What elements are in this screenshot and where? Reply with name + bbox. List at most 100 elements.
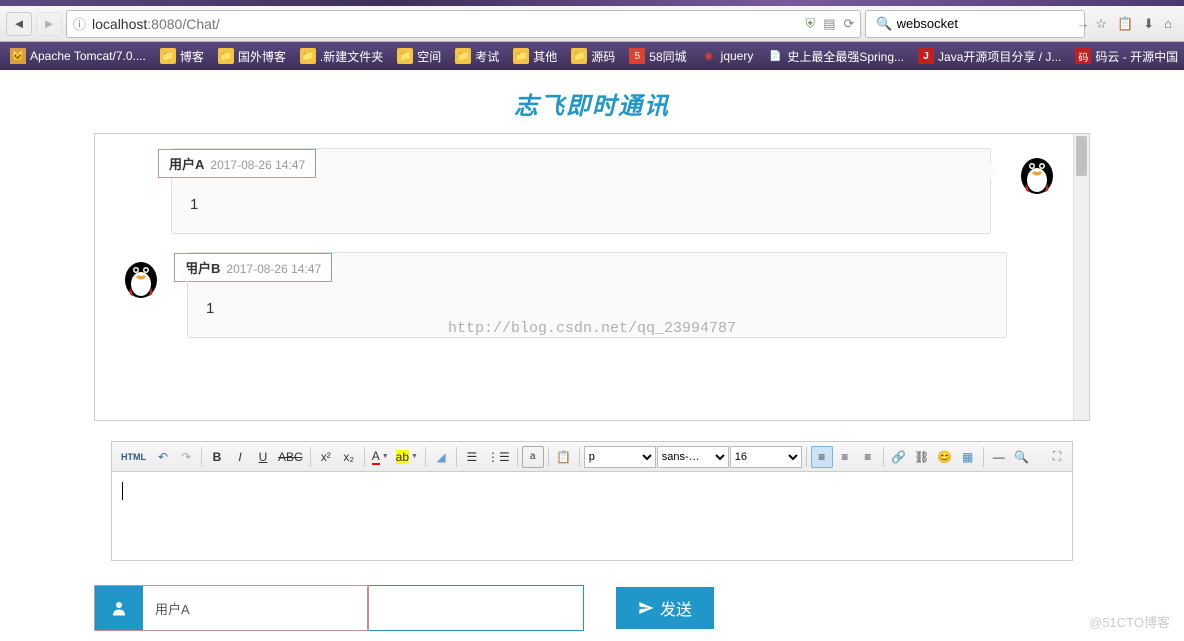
highlight-button[interactable]: ab: [393, 446, 421, 468]
clipboard-icon[interactable]: 📋: [1117, 16, 1133, 32]
bookmark-item[interactable]: 📁国外博客: [212, 46, 292, 67]
redo-button[interactable]: ↷: [175, 446, 197, 468]
avatar: [1013, 148, 1061, 196]
video-button[interactable]: ▦: [957, 446, 979, 468]
back-button[interactable]: ◄: [6, 12, 32, 36]
info-icon[interactable]: ⓘ: [73, 14, 86, 33]
italic-button[interactable]: I: [229, 446, 251, 468]
folder-icon: 📁: [160, 48, 176, 64]
bookmark-item[interactable]: 📁考试: [449, 46, 505, 67]
search-input[interactable]: [897, 16, 1073, 31]
scrollbar[interactable]: [1073, 134, 1089, 420]
message-text: 1: [204, 300, 990, 317]
username-label: 用户A: [169, 157, 204, 172]
site-icon: 5: [629, 48, 645, 64]
star-icon[interactable]: ☆: [1095, 16, 1107, 32]
bookmark-item[interactable]: 码码云 - 开源中国: [1069, 46, 1184, 67]
bookmark-item[interactable]: JJava开源项目分享 / J...: [912, 46, 1067, 67]
address-bar[interactable]: ⓘ localhost:8080/Chat/ ⛨ ▤ ⟳: [66, 10, 861, 38]
message-bubble: 用户B 2017-08-26 14:47 1: [187, 252, 1007, 338]
superscript-button[interactable]: x²: [315, 446, 337, 468]
tomcat-icon: 🐱: [10, 48, 26, 64]
bookmark-item[interactable]: 📁空间: [391, 46, 447, 67]
refresh-icon[interactable]: ⟳: [843, 16, 854, 32]
search-icon: 🔍: [876, 16, 892, 32]
bookmark-item[interactable]: 558同城: [623, 46, 692, 67]
align-center-button[interactable]: ≡: [834, 446, 856, 468]
extra-input[interactable]: [369, 585, 584, 631]
forward-button: ►: [36, 12, 62, 36]
user-tag: 用户B 2017-08-26 14:47: [174, 253, 332, 282]
user-tag: 用户A 2017-08-26 14:47: [158, 149, 316, 178]
unlink-button[interactable]: ⛓: [911, 446, 933, 468]
bookmark-item[interactable]: 📄史上最全最强Spring...: [761, 46, 910, 67]
align-right-button[interactable]: ≡: [857, 446, 879, 468]
rich-text-editor: HTML ↶ ↷ B I U ABC x² x₂ A ab ◢ ☰ ⋮☰ a 📋…: [111, 441, 1073, 561]
underline-button[interactable]: U: [252, 446, 274, 468]
paste-button[interactable]: 📋: [553, 446, 575, 468]
format-select[interactable]: p: [584, 446, 656, 468]
footer-watermark: @51CTO博客: [1089, 612, 1170, 631]
unordered-list-button[interactable]: ⋮☰: [484, 446, 513, 468]
page-icon: 📄: [767, 48, 783, 64]
link-button[interactable]: 🔗: [888, 446, 910, 468]
clear-format-button[interactable]: ◢: [430, 446, 452, 468]
shield-icon[interactable]: ⛨: [805, 16, 815, 32]
ordered-list-button[interactable]: ☰: [461, 446, 483, 468]
fullscreen-button[interactable]: ⛶: [1046, 446, 1068, 468]
username-box: 用户A: [94, 585, 369, 631]
nav-bar: ◄ ► ⓘ localhost:8080/Chat/ ⛨ ▤ ⟳ 🔍 → ☆ 📋…: [0, 6, 1184, 42]
bookmark-item[interactable]: 📁源码: [565, 46, 621, 67]
username-label: 用户B: [185, 261, 220, 276]
preview-button[interactable]: 🔍: [1011, 446, 1033, 468]
search-go-icon[interactable]: →: [1077, 16, 1090, 31]
home-icon[interactable]: ⌂: [1164, 16, 1172, 32]
undo-button[interactable]: ↶: [152, 446, 174, 468]
timestamp: 2017-08-26 14:47: [210, 158, 305, 172]
text-cursor: [122, 482, 123, 500]
folder-icon: 📁: [397, 48, 413, 64]
bold-button[interactable]: B: [206, 446, 228, 468]
bookmark-item[interactable]: ◉jquery: [695, 46, 760, 66]
chat-container: 用户A 2017-08-26 14:47 1 用户B 2017-08-26 14:4…: [94, 133, 1090, 421]
font-select[interactable]: sans-…: [657, 446, 729, 468]
bookmark-item[interactable]: 📁其他: [507, 46, 563, 67]
jquery-icon: ◉: [701, 48, 717, 64]
chat-message: 用户B 2017-08-26 14:47 1: [109, 252, 1069, 338]
tab-icon[interactable]: ▤: [823, 16, 835, 32]
send-button[interactable]: 发送: [616, 587, 714, 629]
url-text: localhost:8080/Chat/: [92, 16, 799, 32]
bookmarks-bar: 🐱Apache Tomcat/7.0.... 📁博客 📁国外博客 📁.新建文件夹…: [0, 42, 1184, 70]
bookmark-item[interactable]: 📁博客: [154, 46, 210, 67]
anchor-button[interactable]: a: [522, 446, 544, 468]
emoji-button[interactable]: 😊: [934, 446, 956, 468]
editor-textarea[interactable]: [112, 472, 1072, 560]
folder-icon: 📁: [300, 48, 316, 64]
scrollbar-thumb[interactable]: [1076, 136, 1087, 176]
chat-message: 用户A 2017-08-26 14:47 1: [109, 148, 1069, 234]
send-icon: [638, 600, 654, 616]
folder-icon: 📁: [455, 48, 471, 64]
username-input[interactable]: 用户A: [143, 586, 368, 630]
folder-icon: 📁: [513, 48, 529, 64]
message-bubble: 用户A 2017-08-26 14:47 1: [171, 148, 991, 234]
hr-button[interactable]: —: [988, 446, 1010, 468]
font-size-select[interactable]: 16: [730, 446, 802, 468]
bottom-row: 用户A 发送: [94, 585, 1090, 631]
site-icon: J: [918, 48, 934, 64]
timestamp: 2017-08-26 14:47: [226, 262, 321, 276]
editor-toolbar: HTML ↶ ↷ B I U ABC x² x₂ A ab ◢ ☰ ⋮☰ a 📋…: [112, 442, 1072, 472]
user-icon: [95, 586, 143, 630]
message-text: 1: [188, 196, 974, 213]
folder-icon: 📁: [571, 48, 587, 64]
subscript-button[interactable]: x₂: [338, 446, 360, 468]
page-title: 志飞即时通讯: [0, 86, 1184, 121]
bookmark-item[interactable]: 🐱Apache Tomcat/7.0....: [4, 46, 152, 66]
download-icon[interactable]: ⬇: [1143, 16, 1154, 32]
strikethrough-button[interactable]: ABC: [275, 446, 306, 468]
align-left-button[interactable]: ≡: [811, 446, 833, 468]
html-source-button[interactable]: HTML: [116, 446, 151, 468]
font-color-button[interactable]: A: [369, 446, 392, 468]
bookmark-item[interactable]: 📁.新建文件夹: [294, 46, 389, 67]
search-bar[interactable]: 🔍 →: [865, 10, 1085, 38]
